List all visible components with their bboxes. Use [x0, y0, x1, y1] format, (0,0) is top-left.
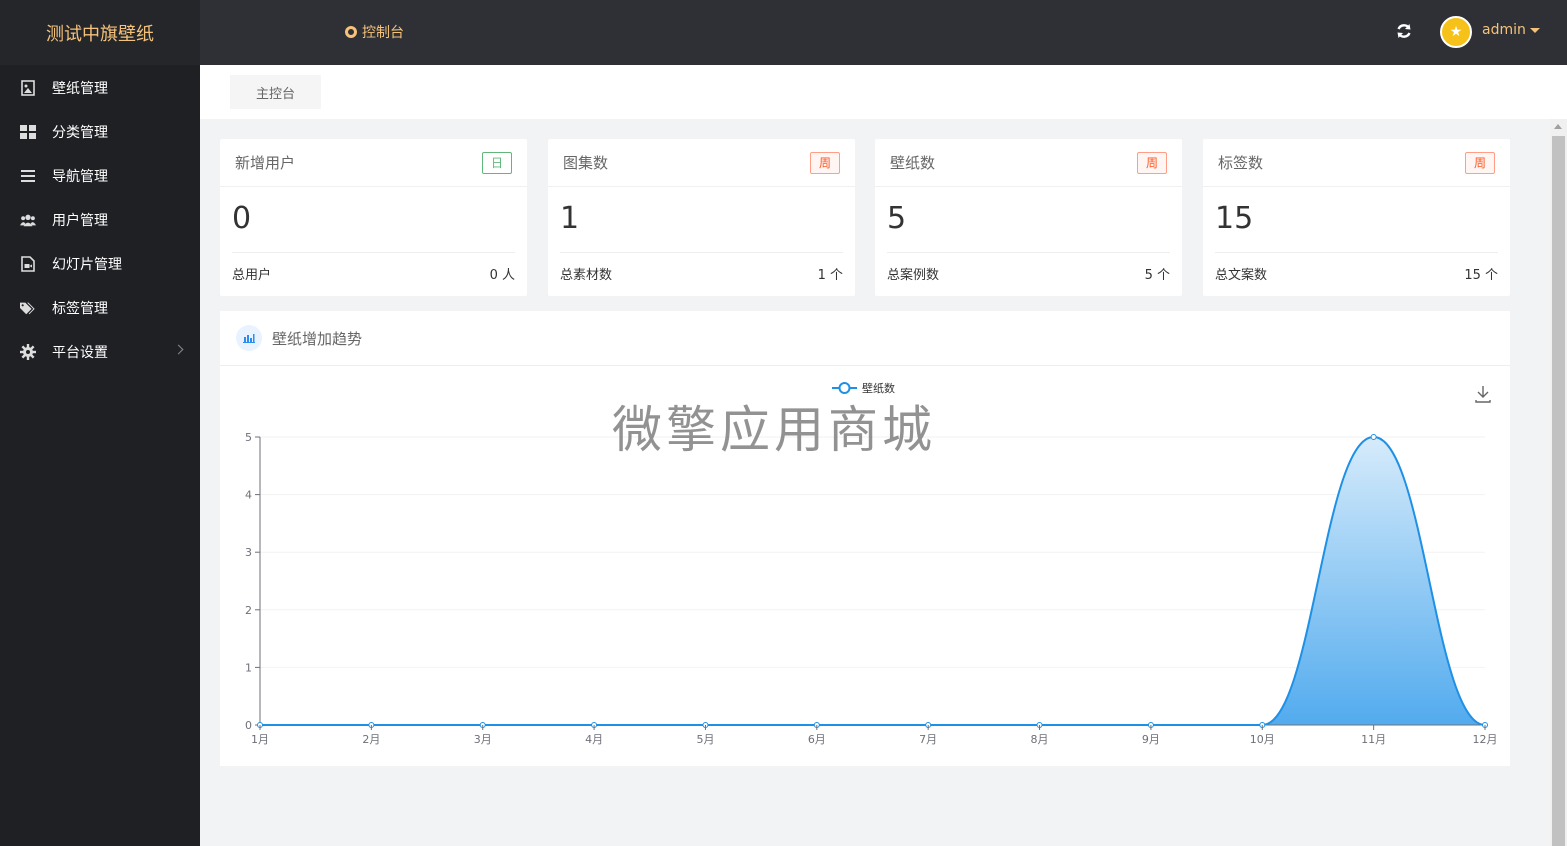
stat-card-value: 15 — [1215, 201, 1254, 236]
stat-card-tags: 标签数 周 15 总文案数 15 个 — [1203, 139, 1510, 296]
x-tick-label: 4月 — [585, 733, 603, 746]
gear-icon — [20, 344, 36, 360]
caret-down-icon — [1529, 27, 1540, 33]
panel-title: 壁纸增加趋势 — [272, 329, 363, 348]
console-tab[interactable]: 控制台 — [345, 22, 404, 42]
sidebar-item-platform-settings[interactable]: 平台设置 — [0, 330, 200, 374]
stat-card-foot-label: 总素材数 — [560, 268, 613, 283]
x-tick-label: 7月 — [919, 733, 937, 746]
stat-card-title: 图集数 — [563, 154, 609, 172]
stat-card-foot-value: 15 个 — [1464, 268, 1498, 283]
stat-card-title: 新增用户 — [235, 154, 296, 172]
app-title[interactable]: 测试中旗壁纸 — [0, 0, 200, 65]
y-tick-label: 0 — [245, 719, 252, 732]
stat-card-title: 标签数 — [1218, 154, 1264, 172]
sidebar-item-wallpapers[interactable]: 壁纸管理 — [0, 66, 200, 110]
tab-main-console[interactable]: 主控台 — [230, 75, 321, 109]
stat-card-albums: 图集数 周 1 总素材数 1 个 — [548, 139, 855, 296]
x-tick-label: 9月 — [1142, 733, 1160, 746]
image-icon — [20, 80, 36, 96]
period-badge: 日 — [481, 151, 512, 174]
y-tick-label: 1 — [245, 661, 252, 674]
stat-card-foot-value: 0 人 — [489, 268, 515, 283]
stat-card-foot-label: 总用户 — [232, 268, 272, 283]
x-tick-label: 3月 — [474, 733, 492, 746]
download-icon[interactable] — [1475, 386, 1491, 403]
chevron-right-icon — [173, 344, 184, 355]
y-tick-label: 5 — [245, 431, 252, 444]
stat-card-value: 1 — [560, 201, 580, 236]
period-badge: 周 — [809, 151, 840, 174]
top-bar: 测试中旗壁纸 控制台 ★ admin — [0, 0, 1567, 65]
stat-card-foot-value: 5 个 — [1144, 268, 1170, 283]
x-tick-label: 1月 — [251, 733, 269, 746]
sidebar-item-label: 导航管理 — [52, 169, 108, 185]
sidebar-item-label: 用户管理 — [52, 213, 108, 229]
data-point[interactable] — [1370, 434, 1377, 440]
x-tick-label: 12月 — [1473, 733, 1498, 746]
sidebar-item-label: 壁纸管理 — [52, 81, 108, 97]
period-badge: 周 — [1464, 151, 1495, 174]
stat-card-new-users: 新增用户 日 0 总用户 0 人 — [220, 139, 527, 296]
y-tick-label: 3 — [245, 546, 252, 559]
y-tick-label: 2 — [245, 604, 252, 617]
series-area — [260, 437, 1485, 725]
users-icon — [20, 212, 36, 228]
grid-icon — [20, 124, 36, 140]
sidebar-item-tags[interactable]: 标签管理 — [0, 286, 200, 330]
watermark: 微擎应用商城 — [612, 401, 936, 459]
scrollbar-thumb[interactable] — [1552, 136, 1565, 846]
x-tick-label: 8月 — [1031, 733, 1049, 746]
sidebar-item-slides[interactable]: 幻灯片管理 — [0, 242, 200, 286]
vertical-scrollbar[interactable] — [1550, 119, 1567, 846]
sidebar-item-label: 平台设置 — [52, 345, 108, 361]
x-tick-label: 10月 — [1250, 733, 1275, 746]
scroll-up-icon[interactable] — [1554, 124, 1562, 129]
stat-card-value: 0 — [232, 201, 252, 236]
x-tick-label: 5月 — [696, 733, 714, 746]
tags-icon — [20, 300, 36, 316]
x-tick-label: 6月 — [808, 733, 826, 746]
stat-card-value: 5 — [887, 201, 907, 236]
stat-card-foot-value: 1 个 — [817, 268, 843, 283]
circle-dot-icon — [345, 26, 357, 38]
menu-icon — [20, 168, 36, 184]
x-tick-label: 11月 — [1361, 733, 1386, 746]
y-tick-label: 4 — [245, 489, 252, 502]
x-tick-label: 2月 — [362, 733, 380, 746]
wallpaper-trend-panel: 壁纸增加趋势 0 1 2 3 4 5 1月 2月 3月 4月 5月 6月 7月 8月 9月 10月 11月 12月… — [220, 311, 1510, 766]
stat-card-foot-label: 总文案数 — [1215, 268, 1268, 283]
user-name-label: admin — [1482, 22, 1526, 38]
user-menu[interactable]: admin — [1482, 22, 1540, 38]
console-label: 控制台 — [362, 25, 404, 41]
sidebar-item-label: 标签管理 — [52, 301, 108, 317]
stat-card-foot-label: 总案例数 — [887, 268, 940, 283]
breadcrumb: 主控台 — [200, 65, 1567, 119]
stat-card-wallpapers: 壁纸数 周 5 总案例数 5 个 — [875, 139, 1182, 296]
period-badge: 周 — [1136, 151, 1167, 174]
sidebar-item-categories[interactable]: 分类管理 — [0, 110, 200, 154]
sidebar-item-navigation[interactable]: 导航管理 — [0, 154, 200, 198]
stat-card-title: 壁纸数 — [890, 154, 936, 172]
slides-icon — [20, 256, 36, 272]
sidebar-item-label: 分类管理 — [52, 125, 108, 141]
sidebar-item-users[interactable]: 用户管理 — [0, 198, 200, 242]
avatar[interactable]: ★ — [1440, 16, 1472, 48]
sidebar: 壁纸管理 分类管理 导航管理 用户管理 幻灯片管理 标签管理 平台设置 — [0, 65, 200, 846]
bar-chart-icon — [236, 325, 262, 351]
sidebar-item-label: 幻灯片管理 — [52, 257, 122, 273]
refresh-icon[interactable] — [1394, 22, 1414, 42]
